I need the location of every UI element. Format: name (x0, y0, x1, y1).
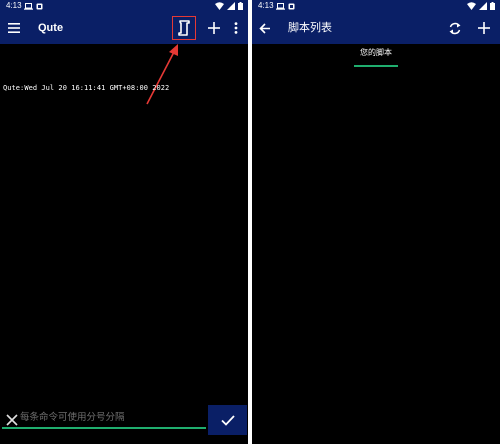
add-script-button[interactable] (474, 18, 494, 38)
submit-button[interactable] (208, 405, 247, 435)
terminal-screen: 4:13 Qute Qute:Wed Jul 20 16:11:41 GMT+0… (0, 0, 248, 444)
notification-icons (276, 2, 295, 10)
command-input[interactable] (20, 406, 204, 428)
battery-icon (490, 2, 495, 10)
app-title: 脚本列表 (288, 22, 332, 34)
notification-icon (288, 3, 295, 9)
refresh-icon (449, 22, 461, 34)
clear-button[interactable] (6, 411, 18, 426)
terminal-line: Qute:Wed Jul 20 16:11:41 GMT+08:00 2022 (3, 84, 170, 92)
refresh-button[interactable] (445, 18, 465, 38)
red-arrow-annotation (146, 44, 178, 105)
input-underline (2, 427, 206, 429)
status-bar: 4:13 (252, 0, 500, 12)
system-status-icons (467, 2, 495, 10)
back-button[interactable] (255, 18, 275, 38)
close-icon (6, 414, 18, 426)
back-arrow-icon (259, 22, 270, 34)
check-icon (220, 414, 235, 426)
tab-indicator (354, 65, 398, 67)
laptop-icon (276, 2, 285, 10)
add-icon (478, 22, 490, 34)
tab-your-scripts[interactable]: 您的脚本 (354, 44, 398, 68)
tab-label: 您的脚本 (360, 48, 392, 57)
wifi-icon (467, 2, 476, 10)
script-list-screen: 4:13 脚本列表 您的脚本 (252, 0, 500, 444)
command-bar (0, 402, 248, 440)
app-bar: 脚本列表 (252, 12, 500, 44)
status-time: 4:13 (258, 1, 274, 10)
signal-icon (479, 2, 487, 10)
